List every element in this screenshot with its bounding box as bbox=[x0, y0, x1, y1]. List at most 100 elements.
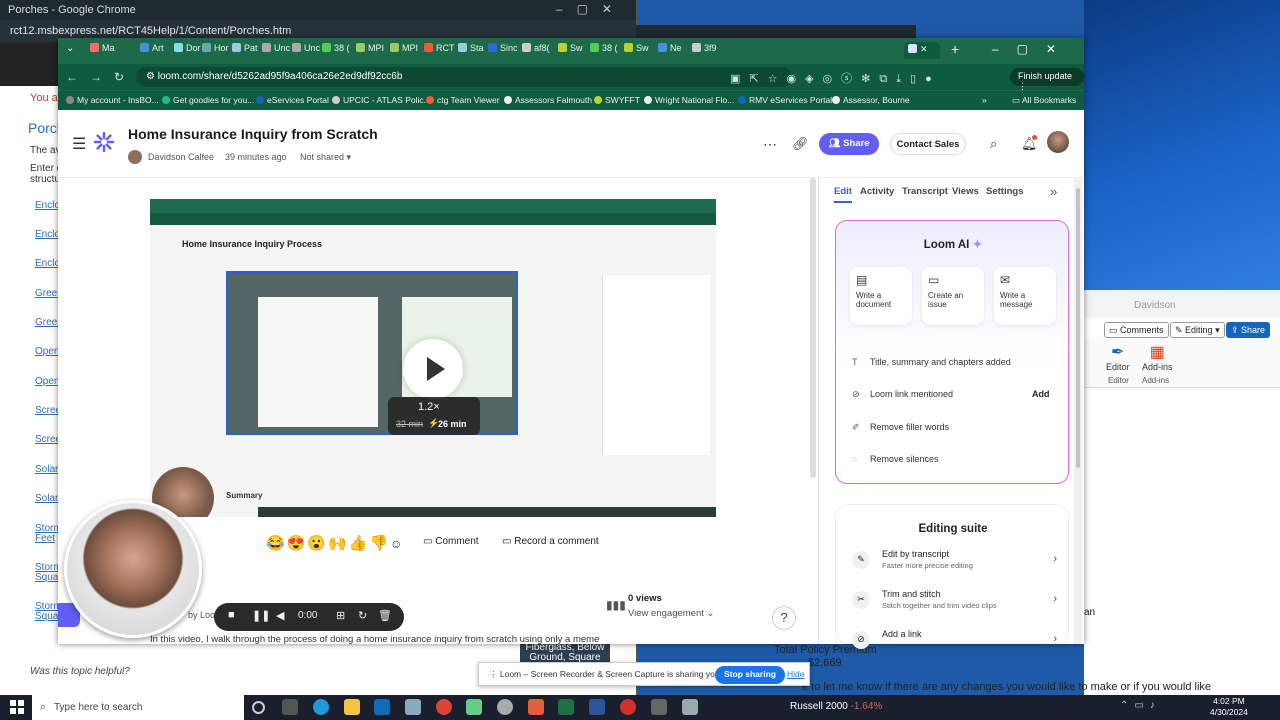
loom-logo-icon[interactable] bbox=[94, 132, 114, 152]
tab-settings[interactable]: Settings bbox=[986, 186, 1023, 197]
browser-tab-active[interactable]: ✕ bbox=[904, 42, 940, 59]
excel-icon[interactable] bbox=[558, 699, 574, 715]
windows-start-icon[interactable] bbox=[10, 700, 24, 714]
browser-tab[interactable]: 38 ( bbox=[590, 43, 618, 60]
restart-icon[interactable]: ↻ bbox=[358, 609, 367, 622]
browser-tab[interactable]: 3f9 bbox=[692, 43, 717, 60]
laughing-emoji-icon[interactable]: 😂 bbox=[266, 535, 287, 552]
content-scrollbar[interactable] bbox=[810, 178, 816, 478]
word-comments-button[interactable]: ▭ Comments bbox=[1104, 322, 1169, 338]
word-addins-button[interactable]: ▦ Add-ins bbox=[1142, 342, 1173, 372]
browser-tab[interactable]: Sw bbox=[558, 43, 583, 60]
visibility-dropdown[interactable]: Not shared ▾ bbox=[300, 152, 351, 163]
create-issue-option[interactable]: ▭ Create an issue bbox=[922, 267, 984, 325]
chrome-icon[interactable] bbox=[436, 699, 452, 715]
browser-tab[interactable]: Sinc bbox=[488, 43, 518, 60]
browser-tab[interactable]: Art bbox=[140, 43, 164, 60]
browser-tab[interactable]: MPI bbox=[356, 43, 384, 60]
browser-tab[interactable]: MPI bbox=[390, 43, 418, 60]
url-field[interactable]: ⚙ loom.com/share/d5262ad95f9a406ca26e2ed… bbox=[136, 67, 792, 87]
browser-tab[interactable]: Dor bbox=[174, 43, 201, 60]
browser-tab[interactable]: Ne bbox=[658, 43, 682, 60]
bookmark-item[interactable]: UPCIC - ATLAS Polic... bbox=[332, 95, 431, 105]
collapse-panel-icon[interactable]: » bbox=[1050, 184, 1057, 199]
bookmark-item[interactable]: RMV eServices Portal bbox=[738, 95, 832, 105]
edge-icon[interactable] bbox=[313, 699, 329, 715]
background-link[interactable]: Feet bbox=[35, 533, 55, 544]
bookmark-item[interactable]: Wright National Flo... bbox=[644, 95, 734, 105]
panel-scrollbar-thumb[interactable] bbox=[1076, 188, 1080, 468]
bookmark-item[interactable]: eServices Portal bbox=[256, 95, 329, 105]
loom-browser-window[interactable]: ⌄ Ma Art Dor Hor Pat Unc Unc 38 ( MPI MP… bbox=[58, 38, 1084, 649]
word-editing-button[interactable]: ✎ Editing ▾ bbox=[1170, 322, 1225, 338]
browser-tab[interactable]: Sw bbox=[624, 43, 649, 60]
thumbs-down-emoji-icon[interactable]: 👎 bbox=[369, 535, 390, 552]
word-icon[interactable] bbox=[589, 699, 605, 715]
ai-feature-row[interactable]: ✐ Remove filler words bbox=[852, 422, 949, 433]
ai-feature-row[interactable]: ◌ Remove silences bbox=[852, 454, 939, 464]
tab-transcript[interactable]: Transcript bbox=[902, 186, 948, 197]
bookmark-item[interactable]: Assessors Falmouth bbox=[504, 95, 592, 105]
bookmark-item[interactable]: SWYFFT bbox=[594, 95, 640, 105]
app-icon[interactable] bbox=[497, 699, 513, 715]
taskbar-search-input[interactable]: ⌕ Type here to search bbox=[32, 695, 244, 720]
stock-ticker[interactable]: Russell 2000 -1.64% bbox=[790, 701, 882, 712]
browser-tab[interactable]: Pat bbox=[232, 43, 258, 60]
app-icon[interactable] bbox=[620, 699, 636, 715]
menu-icon[interactable]: ☰ bbox=[72, 134, 86, 154]
task-view-icon[interactable] bbox=[282, 699, 298, 715]
emoji-reactions[interactable]: 😂😍😮🙌👍👎☺︎ bbox=[266, 534, 404, 552]
app-icon[interactable] bbox=[651, 699, 667, 715]
tab-edit[interactable]: Edit bbox=[834, 186, 852, 203]
bookmark-item[interactable]: Get goodies for you... bbox=[162, 95, 254, 105]
surprised-emoji-icon[interactable]: 😮 bbox=[307, 535, 328, 552]
tab-activity[interactable]: Activity bbox=[860, 186, 894, 197]
view-engagement-link[interactable]: View engagement ⌄ bbox=[628, 608, 715, 619]
trash-icon[interactable]: 🗑︎ bbox=[378, 609, 392, 622]
window-controls[interactable]: –▢✕ bbox=[992, 42, 1074, 56]
word-share-button[interactable]: ⇪ Share bbox=[1226, 322, 1271, 338]
bookmark-item[interactable]: ctg Team Viewer bbox=[426, 95, 500, 105]
background-window-controls[interactable]: –▢✕ bbox=[556, 2, 626, 16]
finish-update-button[interactable]: Finish update ⋮ bbox=[1010, 68, 1084, 91]
file-explorer-icon[interactable] bbox=[344, 699, 360, 715]
ai-feature-row[interactable]: ⊘ Loom link mentioned bbox=[852, 389, 953, 400]
contact-sales-button[interactable]: Contact Sales bbox=[890, 133, 966, 155]
write-message-option[interactable]: ✉ Write a message bbox=[994, 267, 1056, 325]
add-reaction-icon[interactable]: ☺︎ bbox=[390, 537, 404, 551]
browser-tab[interactable]: Unc bbox=[262, 43, 290, 60]
calculator-icon[interactable] bbox=[682, 699, 698, 715]
raised-hands-emoji-icon[interactable]: 🙌 bbox=[328, 535, 349, 552]
app-icon[interactable] bbox=[405, 699, 421, 715]
system-tray[interactable]: ⌃▭♪ bbox=[1120, 700, 1161, 711]
video-player[interactable]: Home Insurance Inquiry Process Summary 1… bbox=[150, 199, 716, 517]
bookmark-item[interactable]: My account - InsBO... bbox=[66, 95, 159, 105]
browser-tab[interactable]: Ma bbox=[90, 43, 115, 60]
search-icon[interactable]: ⌕ bbox=[990, 136, 997, 152]
browser-tab[interactable]: Unc bbox=[292, 43, 320, 60]
stop-sharing-button[interactable]: Stop sharing bbox=[715, 666, 785, 684]
site-info-icon[interactable]: ⚙ bbox=[146, 71, 158, 82]
nav-buttons[interactable]: ←→↻ bbox=[66, 70, 136, 84]
heart-eyes-emoji-icon[interactable]: 😍 bbox=[287, 535, 308, 552]
pause-icon[interactable]: ❚❚ bbox=[252, 609, 270, 622]
drag-handle-icon[interactable]: ⋮ bbox=[489, 669, 500, 679]
bookmark-item[interactable]: Assessor, Bourne bbox=[832, 95, 910, 105]
browser-tab[interactable]: Hor bbox=[202, 43, 229, 60]
tab-search-icon[interactable]: ⌄ bbox=[66, 43, 74, 54]
background-link[interactable]: Open bbox=[35, 346, 59, 357]
author-name[interactable]: Davidson Calfee bbox=[148, 152, 214, 162]
cortana-icon[interactable] bbox=[252, 701, 265, 714]
comment-button[interactable]: ▭ Comment bbox=[423, 536, 479, 547]
thumbs-up-emoji-icon[interactable]: 👍 bbox=[349, 535, 370, 552]
background-link[interactable]: Open bbox=[35, 376, 59, 387]
browser-tab[interactable]: 38 ( bbox=[322, 43, 350, 60]
outlook-icon[interactable] bbox=[374, 699, 390, 715]
playback-speed-popup[interactable]: 1.2× 32 min ⚡ 26 min bbox=[388, 397, 480, 435]
rewind-icon[interactable]: ◀ bbox=[276, 609, 284, 622]
more-options-icon[interactable]: ⋯ bbox=[763, 136, 777, 153]
browser-tab[interactable]: af8( bbox=[522, 43, 550, 60]
extension-icons[interactable]: ▣⇱☆◉◈◎ⓢ✻⧉⤓▯● bbox=[730, 70, 941, 86]
share-button[interactable]: 👥︎ Share bbox=[819, 133, 879, 155]
ai-feature-row[interactable]: T Title, summary and chapters added bbox=[852, 357, 1011, 367]
